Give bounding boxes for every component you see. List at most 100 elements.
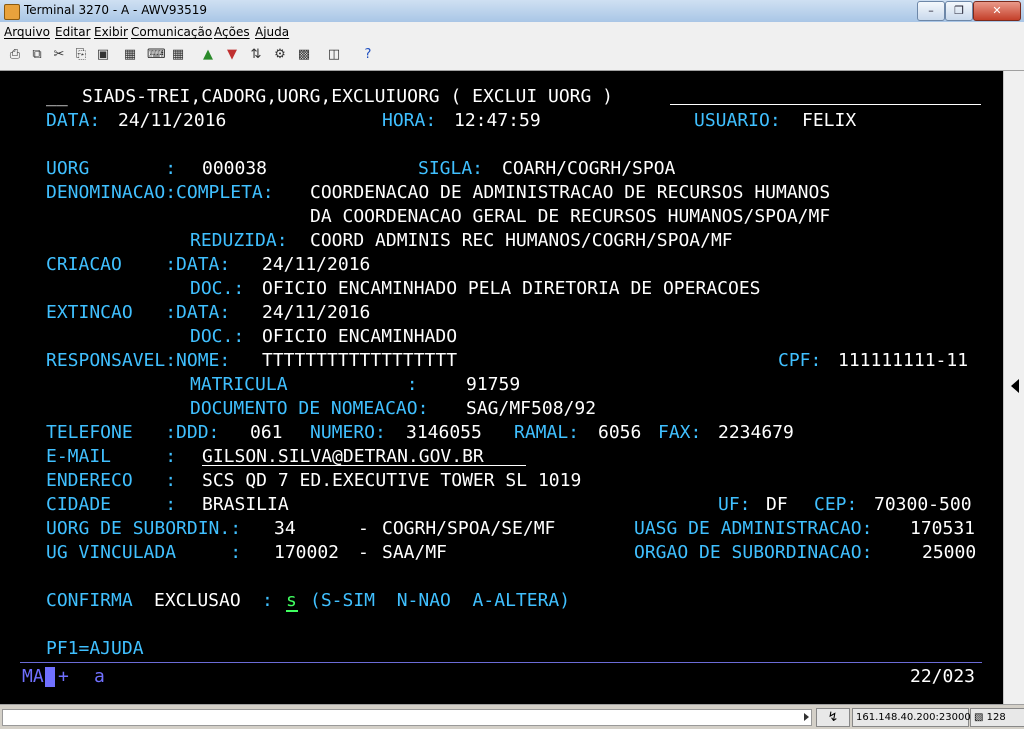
menu-arquivo[interactable]: Arquivo — [4, 25, 50, 39]
cpf-value: 111111111-11 — [838, 350, 969, 371]
ramal-label: RAMAL: — [514, 422, 580, 443]
confirma-input[interactable]: s — [286, 590, 297, 612]
menu-editar[interactable]: Editar — [55, 25, 91, 39]
menu-acoes[interactable]: Ações — [214, 25, 250, 39]
transfer-files-icon[interactable]: ◫ — [326, 47, 342, 63]
matricula-label: MATRICULA : — [190, 374, 418, 395]
receive-icon[interactable]: ▼ — [224, 47, 240, 63]
window-title: Terminal 3270 - A - AWV93519 — [24, 3, 207, 17]
display-icon[interactable]: ▦ — [170, 47, 186, 63]
responsavel-label: RESPONSAVEL:NOME: — [46, 350, 231, 371]
extincao-doc: OFICIO ENCAMINHADO — [262, 326, 458, 347]
connection-icon: ↯ — [816, 708, 850, 727]
screen-header: SIADS-TREI,CADORG,UORG,EXCLUIUORG ( EXCL… — [82, 86, 614, 107]
print-icon[interactable]: ⎙ — [7, 47, 23, 63]
criacao-doc-label: DOC.: — [190, 278, 245, 299]
ug-dash: - — [358, 542, 369, 563]
ug-value: SAA/MF — [382, 542, 448, 563]
horizontal-scrollbar[interactable] — [2, 709, 812, 726]
cep-value: 70300-500 — [874, 494, 972, 515]
endereco-label: ENDERECO : — [46, 470, 177, 491]
nomeacao-value: SAG/MF508/92 — [466, 398, 597, 419]
ddd-value: 061 — [250, 422, 283, 443]
app-icon — [4, 4, 20, 20]
subordin-dash: - — [358, 518, 369, 539]
menu-comunicacao[interactable]: Comunicação — [131, 25, 212, 39]
uorg-label: UORG : — [46, 158, 177, 179]
command-underline: __ — [46, 86, 68, 107]
extincao-data: 24/11/2016 — [262, 302, 371, 323]
terminal-screen[interactable]: __ SIADS-TREI,CADORG,UORG,EXCLUIUORG ( E… — [0, 71, 1003, 704]
criacao-label: CRIACAO :DATA: — [46, 254, 231, 275]
uf-value: DF — [766, 494, 788, 515]
ug-code: 170002 — [274, 542, 340, 563]
cut-icon[interactable]: ✂ — [51, 47, 67, 63]
cidade-label: CIDADE : — [46, 494, 177, 515]
uasg-label: UASG DE ADMINISTRACAO: — [634, 518, 873, 539]
cidade-value: BRASILIA — [202, 494, 289, 515]
criacao-data: 24/11/2016 — [262, 254, 371, 275]
fax-label: FAX: — [658, 422, 702, 443]
confirma-options: (S-SIM N-NAO A-ALTERA) — [310, 590, 571, 611]
keyboard-icon[interactable]: ⌨ — [147, 47, 166, 63]
scroll-right-arrow-icon[interactable] — [804, 713, 809, 721]
hora-label: HORA: — [382, 110, 437, 131]
uorg-value: 000038 — [202, 158, 268, 179]
oia-plus: + — [58, 666, 69, 687]
session-indicator: ▧ 128 — [970, 708, 1024, 727]
uasg-value: 170531 — [910, 518, 976, 539]
confirma-colon: : — [262, 590, 273, 611]
numero-label: NUMERO: — [310, 422, 386, 443]
exclusao-label: EXCLUSAO — [154, 590, 241, 611]
endereco-value: SCS QD 7 ED.EXECUTIVE TOWER SL 1019 — [202, 470, 582, 491]
data-label: DATA: — [46, 110, 101, 131]
matricula-value: 91759 — [466, 374, 521, 395]
transfer-icon[interactable]: ⇅ — [248, 47, 264, 63]
nomeacao-label: DOCUMENTO DE NOMEACAO: — [190, 398, 429, 419]
macro-icon[interactable]: ▦ — [122, 47, 138, 63]
settings-icon[interactable]: ⚙ — [272, 47, 288, 63]
collapse-arrow-icon[interactable] — [1011, 379, 1019, 393]
title-bar: Terminal 3270 - A - AWV93519 – ❐ ✕ — [0, 0, 1024, 23]
menu-bar: Arquivo Editar Exibir Comunicação Ações … — [0, 22, 1024, 42]
pf1-help: PF1=AJUDA — [46, 638, 144, 659]
menu-ajuda[interactable]: Ajuda — [255, 25, 289, 39]
menu-exibir[interactable]: Exibir — [94, 25, 128, 39]
extincao-label: EXTINCAO :DATA: — [46, 302, 231, 323]
help-icon[interactable]: ? — [360, 47, 376, 63]
cursor-block — [45, 667, 55, 687]
cpf-label: CPF: — [778, 350, 822, 371]
hora-value: 12:47:59 — [454, 110, 541, 131]
vertical-scrollbar[interactable] — [1003, 71, 1024, 704]
oia-a: a — [94, 666, 105, 687]
usuario-label: USUARIO: — [694, 110, 781, 131]
uf-label: UF: — [718, 494, 751, 515]
fax-value: 2234679 — [718, 422, 794, 443]
completa-line-2: DA COORDENACAO GERAL DE RECURSOS HUMANOS… — [310, 206, 831, 227]
orgao-label: ORGAO DE SUBORDINACAO: — [634, 542, 873, 563]
minimize-button[interactable]: – — [917, 1, 945, 21]
extincao-doc-label: DOC.: — [190, 326, 245, 347]
session-number: 128 — [986, 712, 1006, 723]
host-address: 161.148.40.200:23000 — [852, 708, 971, 727]
ramal-value: 6056 — [598, 422, 642, 443]
orgao-value: 25000 — [922, 542, 977, 563]
paste-icon[interactable]: ⎘ — [73, 47, 89, 63]
status-bar: ↯ 161.148.40.200:23000 ▧ 128 — [0, 704, 1024, 729]
maximize-button[interactable]: ❐ — [945, 1, 973, 21]
toolbar: ⎙ ⧉ ✂ ⎘ ▣ ▦ ⌨ ▦ ▲ ▼ ⇅ ⚙ ▩ ◫ ? — [0, 42, 1024, 71]
subordin-value: COGRH/SPOA/SE/MF — [382, 518, 556, 539]
paste-special-icon[interactable]: ▣ — [95, 47, 111, 63]
denominacao-label: DENOMINACAO:COMPLETA: — [46, 182, 274, 203]
copy-icon[interactable]: ⧉ — [29, 47, 45, 63]
numero-value: 3146055 — [406, 422, 482, 443]
sigla-value: COARH/COGRH/SPOA — [502, 158, 676, 179]
cep-label: CEP: — [814, 494, 858, 515]
email-label: E-MAIL : — [46, 446, 177, 467]
terminal-icon[interactable]: ▩ — [296, 47, 312, 63]
close-button[interactable]: ✕ — [973, 1, 1021, 21]
send-icon[interactable]: ▲ — [200, 47, 216, 63]
confirma-label: CONFIRMA — [46, 590, 133, 611]
usuario-value: FELIX — [802, 110, 857, 131]
reduzida-label: REDUZIDA: — [190, 230, 288, 251]
